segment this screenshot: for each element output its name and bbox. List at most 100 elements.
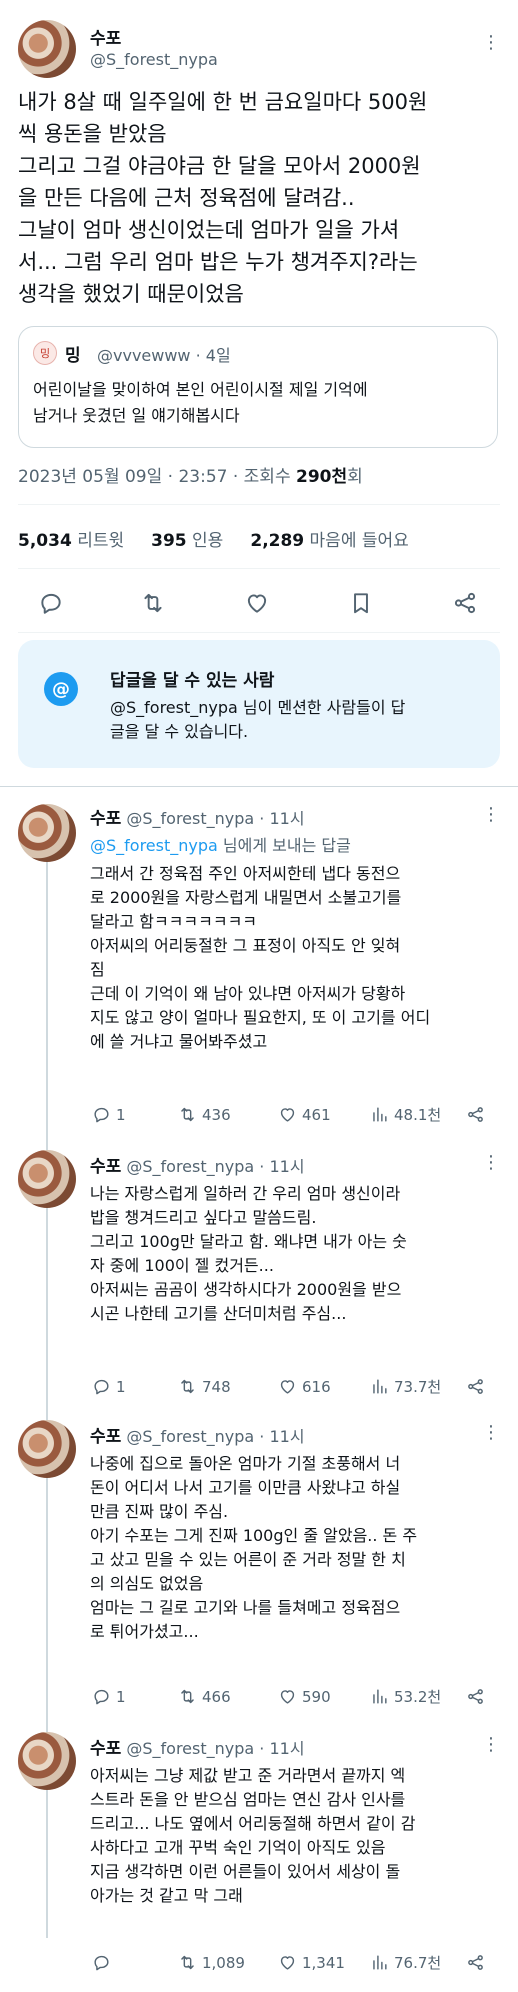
reply-header: 수포 @S_forest_nypa · 11시 (90, 1152, 305, 1177)
reply-restriction-title: 답글을 달 수 있는 사람 (110, 671, 275, 691)
reply-action-bar: 1 436 461 48.1천 (92, 1104, 492, 1125)
more-options-icon[interactable]: ⋮ (482, 1424, 500, 1442)
views-action[interactable]: 53.2천 (370, 1686, 466, 1707)
retweet-count: 436 (202, 1105, 231, 1124)
tweet-timestamp: 2023년 05월 09일 · 23:57 · 조회수 290천회 (18, 462, 363, 487)
like-count: 616 (302, 1377, 331, 1396)
bookmark-icon[interactable] (348, 590, 374, 620)
reply-action[interactable]: 1 (92, 1105, 178, 1124)
reply-count: 1 (116, 1687, 126, 1706)
reply-count: 1 (116, 1105, 126, 1124)
like-action[interactable]: 461 (278, 1105, 370, 1124)
divider (18, 568, 500, 569)
more-options-icon[interactable]: ⋮ (482, 34, 500, 52)
reply-action[interactable] (92, 1953, 178, 1972)
retweet-action[interactable]: 1,089 (178, 1953, 278, 1972)
retweet-icon (181, 1955, 194, 1970)
views-count: 73.7천 (394, 1378, 442, 1396)
reply-text: 아저씨는 그냥 제값 받고 준 거라면서 끝까지 엑 스트라 돈을 안 받으심 … (90, 1766, 416, 1905)
reply-author-name[interactable]: 수포 (90, 1157, 121, 1177)
reply-action[interactable]: 1 (92, 1687, 178, 1706)
share-action[interactable] (466, 1377, 485, 1396)
tweet-date: 2023년 05월 09일 · 23:57 · 조회수 (18, 467, 296, 487)
share-action[interactable] (466, 1687, 485, 1706)
reply-handle-time[interactable]: @S_forest_nypa · 11시 (126, 1739, 304, 1758)
share-icon (468, 1955, 483, 1970)
views-icon (373, 1955, 387, 1970)
views-count: 48.1천 (394, 1106, 442, 1124)
reply-action-bar: 1 466 590 53.2천 (92, 1686, 492, 1707)
divider (18, 504, 500, 505)
more-options-icon[interactable]: ⋮ (482, 806, 500, 824)
engagement-stats: 5,034 리트윗 395 인용 2,289 마음에 들어요 (18, 526, 409, 551)
retweet-count: 466 (202, 1687, 231, 1706)
views-action[interactable]: 76.7천 (370, 1952, 466, 1973)
reply-header: 수포 @S_forest_nypa · 11시 (90, 1422, 305, 1447)
reply-icon[interactable] (38, 590, 64, 620)
retweet-count: 1,089 (202, 1953, 245, 1972)
views-count: 53.2천 (394, 1688, 442, 1706)
reply-count: 1 (116, 1377, 126, 1396)
retweet-stat[interactable]: 5,034 리트윗 (18, 531, 124, 551)
views-count: 76.7천 (394, 1954, 442, 1972)
like-action[interactable]: 616 (278, 1377, 370, 1396)
section-divider (0, 786, 518, 787)
reply-restriction-desc: @S_forest_nypa 님이 멘션한 사람들이 답 글을 달 수 있습니다… (110, 698, 406, 741)
retweet-icon (181, 1107, 194, 1122)
retweet-count: 748 (202, 1377, 231, 1396)
author-handle[interactable]: @S_forest_nypa (90, 50, 218, 69)
share-icon (468, 1689, 483, 1704)
like-action[interactable]: 1,341 (278, 1953, 370, 1972)
replying-to-handle[interactable]: @S_forest_nypa (90, 836, 218, 855)
share-icon[interactable] (452, 590, 478, 620)
views-icon (373, 1689, 387, 1704)
like-label: 마음에 들어요 (309, 531, 409, 551)
like-icon[interactable] (244, 590, 270, 620)
quote-stat[interactable]: 395 인용 (151, 531, 223, 551)
reply-handle-time[interactable]: @S_forest_nypa · 11시 (126, 1427, 304, 1446)
share-icon (468, 1379, 483, 1394)
reply-author-name[interactable]: 수포 (90, 1739, 121, 1759)
reply-author-name[interactable]: 수포 (90, 1427, 121, 1447)
retweet-action[interactable]: 466 (178, 1687, 278, 1706)
avatar[interactable] (18, 1150, 76, 1208)
avatar[interactable] (18, 1732, 76, 1790)
avatar[interactable] (18, 20, 76, 78)
like-icon (280, 1956, 295, 1970)
share-icon (468, 1107, 483, 1122)
avatar[interactable] (18, 1420, 76, 1478)
like-action[interactable]: 590 (278, 1687, 370, 1706)
like-count: 461 (302, 1105, 331, 1124)
views-action[interactable]: 48.1천 (370, 1104, 466, 1125)
reply-author-name[interactable]: 수포 (90, 809, 121, 829)
more-options-icon[interactable]: ⋮ (482, 1154, 500, 1172)
views-action[interactable]: 73.7천 (370, 1376, 466, 1397)
quote-text: 어린이날을 맞이하여 본인 어린이시절 제일 기억에 남거나 웃겼던 일 얘기해… (33, 380, 368, 425)
retweet-action[interactable]: 436 (178, 1105, 278, 1124)
retweet-action[interactable]: 748 (178, 1377, 278, 1396)
like-count: 590 (302, 1687, 331, 1706)
view-count: 290천 (296, 467, 348, 487)
retweet-icon (181, 1379, 194, 1394)
quote-handle-time: @vvvewww · 4일 (97, 346, 231, 365)
share-action[interactable] (466, 1953, 485, 1972)
mention-icon: @ (44, 672, 78, 706)
view-count-suffix: 회 (347, 467, 363, 487)
more-options-icon[interactable]: ⋮ (482, 1736, 500, 1754)
avatar[interactable] (18, 804, 76, 862)
author-name[interactable]: 수포 (90, 24, 121, 49)
quote-label: 인용 (192, 531, 224, 551)
reply-handle-time[interactable]: @S_forest_nypa · 11시 (126, 1157, 304, 1176)
reply-action-bar: 1,089 1,341 76.7천 (92, 1952, 492, 1973)
replying-to: @S_forest_nypa 님에게 보내는 답글 (90, 832, 351, 856)
reply-header: 수포 @S_forest_nypa · 11시 (90, 804, 305, 829)
quoted-tweet[interactable]: 밍 밍 @vvvewww · 4일 어린이날을 맞이하여 본인 어린이시절 제일… (18, 326, 498, 448)
share-action[interactable] (466, 1105, 485, 1124)
reply-handle-time[interactable]: @S_forest_nypa · 11시 (126, 809, 304, 828)
reply-action[interactable]: 1 (92, 1377, 178, 1396)
reply-icon (94, 1379, 109, 1395)
like-count: 2,289 (250, 531, 305, 551)
reply-icon (94, 1689, 109, 1705)
like-stat[interactable]: 2,289 마음에 들어요 (250, 531, 408, 551)
retweet-icon[interactable] (140, 590, 166, 620)
